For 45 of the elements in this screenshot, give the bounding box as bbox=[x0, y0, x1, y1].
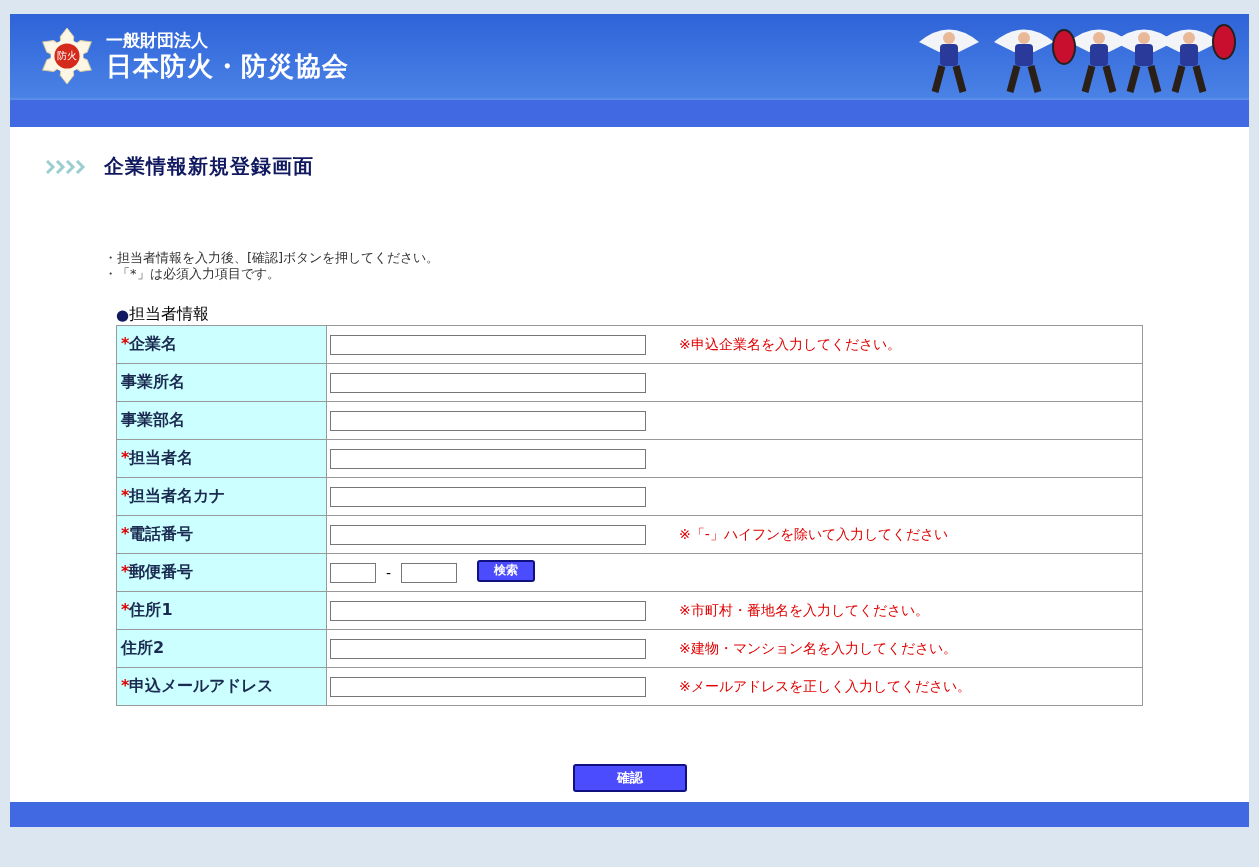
confirm-button[interactable]: 確認 bbox=[572, 764, 687, 792]
field-label: 住所2 bbox=[121, 638, 165, 657]
bullet-icon: ● bbox=[116, 305, 130, 324]
required-mark: * bbox=[121, 448, 130, 467]
field-label: 事業所名 bbox=[121, 372, 185, 391]
required-mark: * bbox=[121, 562, 130, 581]
required-mark: * bbox=[121, 600, 130, 619]
chevrons-icon bbox=[46, 159, 86, 174]
field-label: 住所1 bbox=[129, 600, 173, 619]
required-mark: * bbox=[121, 486, 130, 505]
text-field[interactable] bbox=[330, 372, 646, 393]
separator-text: - bbox=[386, 564, 392, 581]
text-field[interactable] bbox=[330, 448, 646, 469]
text-field[interactable] bbox=[330, 638, 646, 659]
hint-text: ※申込企業名を入力してください。 bbox=[679, 335, 901, 354]
hint-text: ※建物・マンション名を入力してください。 bbox=[679, 639, 957, 658]
instruction-text: ・「*」は必須入力項目です。 bbox=[104, 266, 281, 282]
text-field[interactable] bbox=[330, 486, 646, 507]
field-label: 郵便番号 bbox=[129, 562, 194, 581]
text-field[interactable] bbox=[330, 676, 646, 697]
page-title: 企業情報新規登録画面 bbox=[104, 153, 314, 180]
hint-text: ※市町村・番地名を入力してください。 bbox=[679, 601, 929, 620]
section-title: 担当者情報 bbox=[129, 304, 210, 325]
text-field[interactable] bbox=[330, 334, 646, 355]
postal-code-field[interactable] bbox=[401, 562, 458, 583]
text-field[interactable] bbox=[330, 410, 646, 431]
required-mark: * bbox=[121, 334, 130, 353]
required-mark: * bbox=[121, 676, 130, 695]
field-label: 事業部名 bbox=[121, 410, 185, 429]
postal-code-field[interactable] bbox=[330, 562, 376, 583]
emblem-text: 防火 bbox=[57, 50, 77, 62]
search-button[interactable]: 検索 bbox=[477, 559, 536, 582]
instruction-text: ・担当者情報を入力後、[確認]ボタンを押してください。 bbox=[104, 250, 441, 266]
field-label: 担当者名カナ bbox=[129, 486, 226, 505]
organization-name: 日本防火・防災協会 bbox=[106, 50, 349, 82]
field-label: 企業名 bbox=[129, 334, 178, 353]
text-field[interactable] bbox=[330, 524, 646, 545]
field-label: 担当者名 bbox=[129, 448, 194, 467]
hint-text: ※「-」ハイフンを除いて入力してください bbox=[679, 525, 948, 544]
required-mark: * bbox=[121, 524, 130, 543]
field-label: 申込メールアドレス bbox=[129, 676, 274, 695]
field-label: 電話番号 bbox=[129, 524, 194, 543]
text-field[interactable] bbox=[330, 600, 646, 621]
hint-text: ※メールアドレスを正しく入力してください。 bbox=[679, 677, 971, 696]
organization-type: 一般財団法人 bbox=[106, 30, 209, 50]
